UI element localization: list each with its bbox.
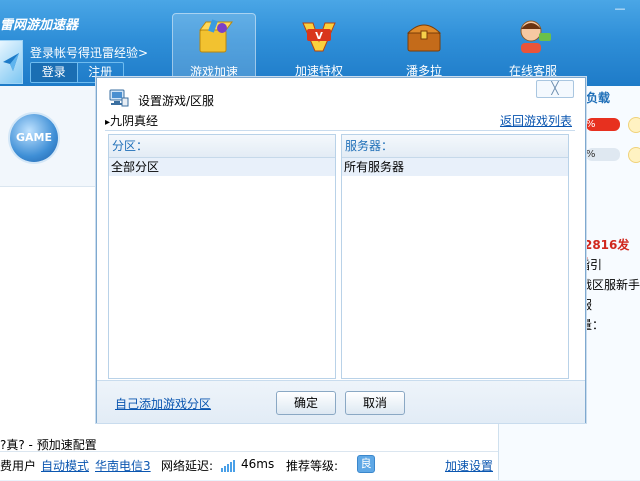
nav-online-support[interactable]: 在线客服 (492, 13, 574, 81)
nav-vip-privilege[interactable]: V 加速特权 (278, 13, 360, 81)
rating-label: 推荐等级: (286, 459, 339, 473)
add-custom-zone-link[interactable]: 自己添加游戏分区 (115, 395, 211, 412)
paper-plane-icon (3, 53, 19, 71)
dialog-title: 设置游戏/区服 (138, 94, 215, 108)
status-bar: 费用户 自动模式 华南电信3 网络延迟: 46ms 推荐等级: 良 加速设置 (0, 451, 498, 481)
back-to-game-list-link[interactable]: 返回游戏列表 (500, 112, 572, 129)
vip-icon: V (302, 22, 336, 52)
news-item[interactable]: 战区服新手 (580, 276, 640, 293)
warning-icon (628, 117, 640, 133)
app-title: 雷网游加速器 (0, 18, 79, 33)
server-list-header: 服务器： (342, 135, 568, 158)
cancel-button[interactable]: 取消 (345, 391, 405, 415)
load-bar: % (586, 148, 620, 161)
minimize-button[interactable]: — (608, 2, 632, 18)
app-logo (0, 40, 23, 84)
latency-value: 46ms (241, 457, 275, 471)
divider (105, 130, 575, 131)
line-link[interactable]: 华南电信3 (95, 457, 151, 474)
close-icon[interactable]: ╳ (536, 80, 574, 98)
login-button[interactable]: 登录 (31, 63, 77, 82)
zone-list[interactable]: 分区： 全部分区 (108, 134, 336, 379)
zone-list-header: 分区： (109, 135, 335, 158)
server-settings-icon (109, 89, 129, 107)
treasure-chest-icon (406, 24, 442, 52)
rating-badge: 良 (357, 455, 375, 473)
set-game-server-dialog: ╳ 设置游戏/区服 九阴真经 返回游戏列表 分区： 全部分区 服务器： 所有服务… (96, 77, 586, 423)
game-badge-icon[interactable]: GAME (10, 114, 58, 162)
user-type: 费用户 (0, 459, 37, 473)
load-bar: % (586, 118, 620, 131)
selected-game-name: 九阴真经 (105, 112, 158, 129)
latency-label: 网络延迟: (161, 459, 214, 473)
dialog-footer: 自己添加游戏分区 确定 取消 (97, 380, 585, 423)
zone-row[interactable]: 全部分区 (109, 158, 335, 176)
server-row[interactable]: 所有服务器 (342, 158, 568, 176)
svg-text:V: V (315, 31, 323, 42)
mode-link[interactable]: 自动模式 (41, 457, 89, 474)
ok-button[interactable]: 确定 (276, 391, 336, 415)
support-agent-icon (520, 20, 551, 53)
login-hint[interactable]: 登录帐号得迅雷经验> (30, 44, 148, 61)
signal-strength-icon (221, 460, 235, 472)
server-list[interactable]: 服务器： 所有服务器 (341, 134, 569, 379)
game-box-icon (199, 19, 233, 53)
accelerate-settings-link[interactable]: 加速设置 (445, 457, 493, 474)
warning-icon (628, 147, 640, 163)
nav-pandora[interactable]: 潘多拉 (383, 13, 465, 81)
nav-game-accelerate[interactable]: 游戏加速 (172, 13, 256, 82)
